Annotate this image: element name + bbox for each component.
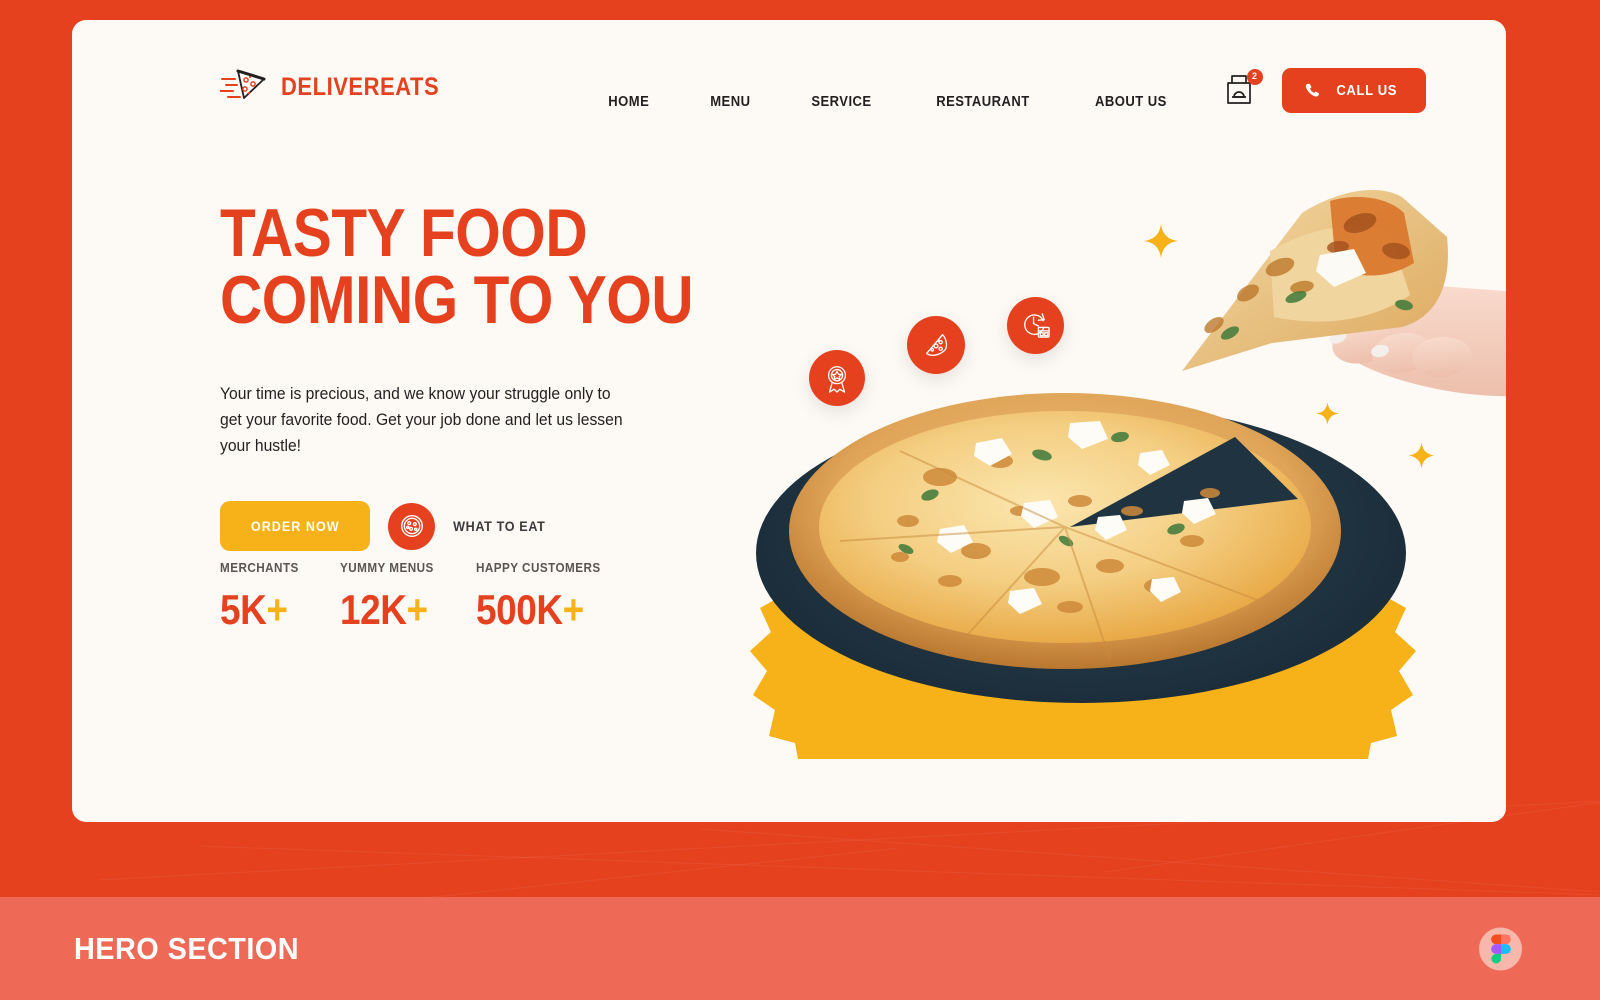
section-label-bar: HERO SECTION bbox=[0, 897, 1600, 1000]
stat-number: 12K bbox=[339, 586, 407, 633]
clock-delivery-box-icon bbox=[1024, 313, 1050, 338]
what-to-eat-label: WHAT TO EAT bbox=[453, 518, 546, 535]
whole-pizza-icon bbox=[388, 502, 435, 550]
cheese-pizza-image bbox=[789, 393, 1341, 669]
stat-value: 500K+ bbox=[476, 586, 598, 634]
nav-item-service[interactable]: SERVICE bbox=[786, 94, 897, 110]
what-to-eat-button[interactable]: WHAT TO EAT bbox=[388, 502, 551, 550]
nav-item-menu[interactable]: MENU bbox=[685, 94, 776, 110]
fast-delivery-badge[interactable] bbox=[1007, 297, 1064, 354]
cart-badge: 2 bbox=[1246, 68, 1263, 85]
hero-headline: TASTY FOOD COMING TO YOU bbox=[220, 195, 694, 338]
stats-row: MERCHANTS 5K+ YUMMY MENUS 12K+ HAPPY CUS… bbox=[220, 560, 614, 634]
pizza-artwork bbox=[732, 375, 1432, 759]
hero-paragraph: Your time is precious, and we know your … bbox=[220, 385, 623, 456]
hero-cta-row: ORDER NOW WHAT TO EAT bbox=[220, 501, 690, 552]
stat-merchants: MERCHANTS 5K+ bbox=[220, 560, 308, 634]
headline-line-1: TASTY FOOD bbox=[220, 195, 588, 271]
cart-button[interactable]: 2 bbox=[1224, 68, 1263, 110]
award-badge[interactable] bbox=[809, 350, 865, 406]
stat-number: 5K bbox=[220, 586, 267, 633]
stat-value: 12K+ bbox=[340, 586, 432, 634]
sparkle-icon bbox=[1408, 442, 1435, 469]
nav-item-restaurant[interactable]: RESTAURANT bbox=[911, 94, 1055, 110]
pizza-slice-icon bbox=[219, 68, 270, 107]
headline-line-2: COMING TO YOU bbox=[220, 261, 694, 338]
stat-label: HAPPY CUSTOMERS bbox=[475, 560, 601, 575]
slate-plate bbox=[756, 403, 1406, 703]
call-us-button[interactable]: CALL US bbox=[1281, 68, 1426, 113]
stat-suffix: + bbox=[266, 586, 288, 633]
order-now-button[interactable]: ORDER NOW bbox=[220, 501, 370, 552]
sparkle-icon bbox=[1143, 223, 1179, 259]
section-title: HERO SECTION bbox=[74, 930, 300, 966]
stat-happy-customers: HAPPY CUSTOMERS 500K+ bbox=[476, 560, 615, 634]
sparkle-icon bbox=[1316, 402, 1339, 425]
header-actions: 2 CALL US bbox=[1224, 68, 1426, 113]
hero-card: DELIVEREATS HOME MENU SERVICE RESTAURANT… bbox=[72, 20, 1506, 822]
stat-suffix: + bbox=[406, 586, 428, 633]
call-us-label: CALL US bbox=[1335, 82, 1397, 99]
brand-logo[interactable]: DELIVEREATS bbox=[219, 68, 461, 107]
figma-logo-icon[interactable] bbox=[1479, 927, 1522, 970]
hand-holding-pizza-slice-image bbox=[1182, 190, 1506, 397]
stat-label: YUMMY MENUS bbox=[339, 560, 434, 575]
pizza-slice-icon bbox=[925, 334, 948, 356]
hero-copy: TASTY FOOD COMING TO YOU Your time is pr… bbox=[220, 195, 694, 552]
stat-number: 500K bbox=[475, 586, 563, 633]
site-header: DELIVEREATS HOME MENU SERVICE RESTAURANT… bbox=[72, 20, 1506, 150]
stat-label: MERCHANTS bbox=[220, 560, 299, 575]
award-ribbon-icon bbox=[827, 366, 847, 393]
nav-item-about-us[interactable]: ABOUT US bbox=[1070, 94, 1192, 110]
stat-value: 5K+ bbox=[220, 586, 297, 634]
stat-yummy-menus: YUMMY MENUS 12K+ bbox=[340, 560, 444, 634]
stat-suffix: + bbox=[562, 586, 584, 633]
brand-name: DELIVEREATS bbox=[281, 73, 440, 101]
nav-item-home[interactable]: HOME bbox=[583, 94, 674, 110]
pizza-slice-badge[interactable] bbox=[907, 316, 965, 374]
order-now-label: ORDER NOW bbox=[250, 518, 340, 535]
main-nav: HOME MENU SERVICE RESTAURANT ABOUT US bbox=[578, 94, 1199, 110]
amber-starburst-blob bbox=[750, 437, 1416, 759]
phone-icon bbox=[1305, 83, 1319, 97]
